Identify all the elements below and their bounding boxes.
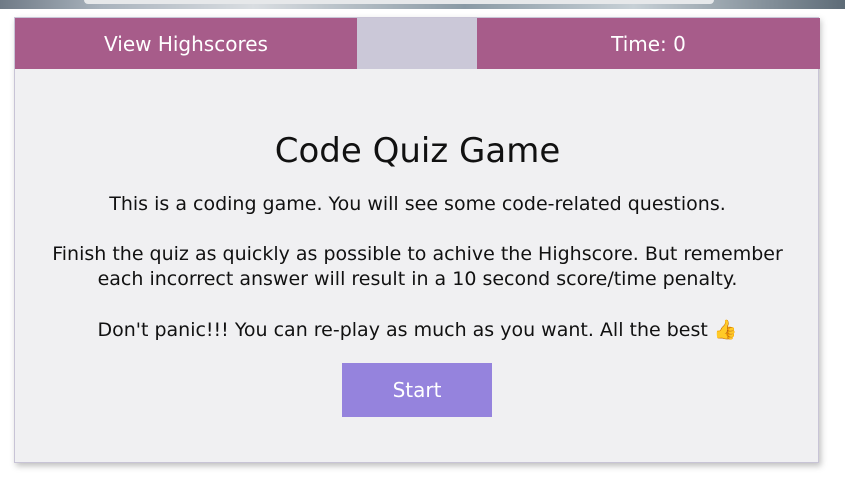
timer-display: Time: 0 [477, 18, 820, 69]
intro-text-1: This is a coding game. You will see some… [109, 193, 726, 215]
intro-text-3: Don't panic!!! You can re-play as much a… [97, 319, 738, 341]
page-title: Code Quiz Game [274, 131, 561, 171]
view-highscores-button[interactable]: View Highscores [15, 18, 357, 69]
quiz-header: View Highscores Time: 0 [15, 18, 820, 69]
intro-text-2: Finish the quiz as quickly as possible t… [52, 243, 783, 290]
quiz-card: View Highscores Time: 0 Code Quiz Game T… [14, 17, 820, 463]
start-button[interactable]: Start [342, 363, 492, 417]
header-spacer [357, 18, 477, 69]
browser-scroll-bar [84, 0, 714, 4]
